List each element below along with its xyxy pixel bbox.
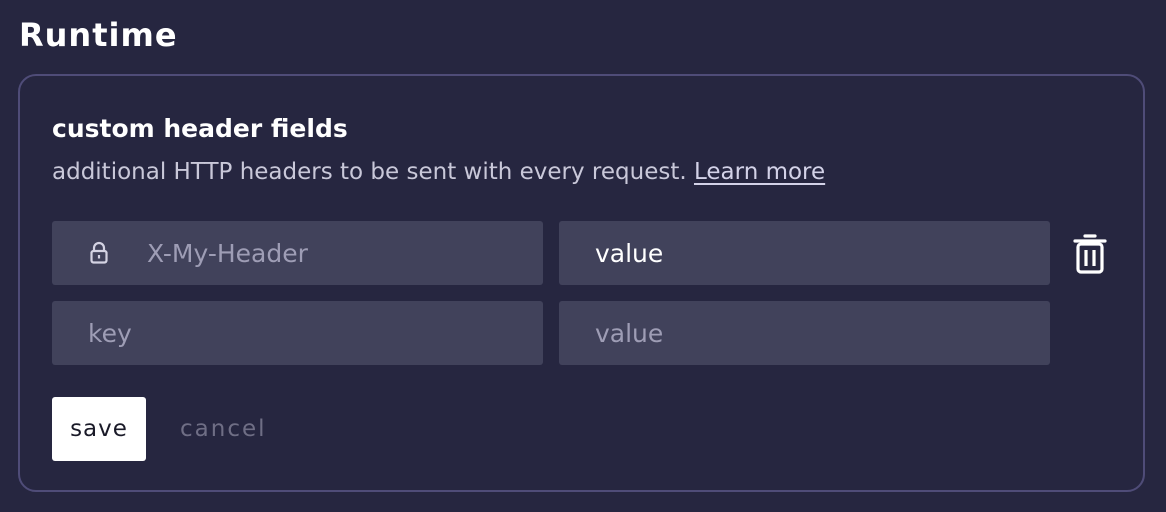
header-key-field-2[interactable] xyxy=(52,301,543,365)
header-value-input-2[interactable] xyxy=(559,301,1050,365)
learn-more-link[interactable]: Learn more xyxy=(694,159,825,185)
custom-headers-panel: custom header fields additional HTTP hea… xyxy=(18,74,1145,492)
panel-description-text: additional HTTP headers to be sent with … xyxy=(52,159,687,185)
save-button[interactable]: save xyxy=(52,397,146,461)
trash-icon[interactable] xyxy=(1072,232,1108,276)
panel-title: custom header fields xyxy=(52,114,348,143)
lock-icon xyxy=(90,241,108,264)
panel-description: additional HTTP headers to be sent with … xyxy=(52,156,825,188)
header-value-input-1[interactable] xyxy=(559,221,1050,285)
header-key-input-2[interactable] xyxy=(52,301,543,365)
section-title: Runtime xyxy=(19,16,178,54)
header-value-field-1[interactable] xyxy=(559,221,1050,285)
cancel-button[interactable]: cancel xyxy=(180,397,267,461)
header-value-field-2[interactable] xyxy=(559,301,1050,365)
header-key-field-1[interactable] xyxy=(52,221,543,285)
header-key-input-1[interactable] xyxy=(52,221,543,285)
